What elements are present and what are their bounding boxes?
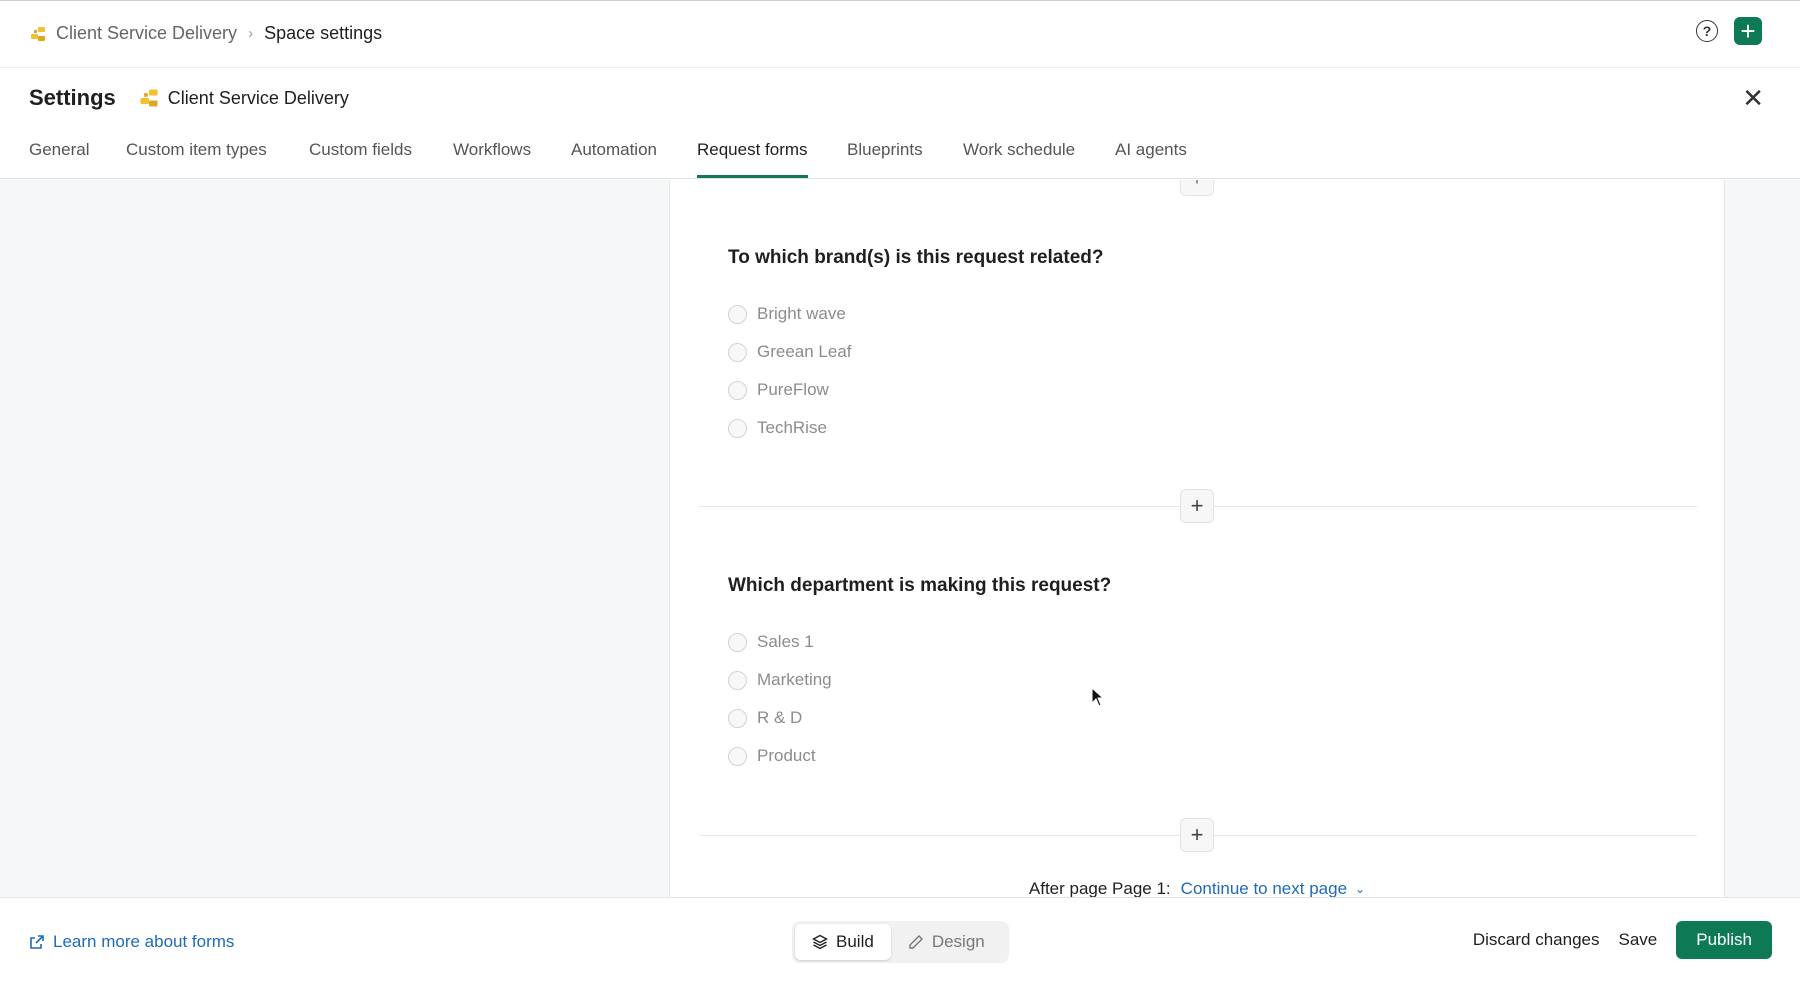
tab-ai-agents[interactable]: AI agents	[1115, 140, 1187, 160]
breadcrumb-space-link[interactable]: Client Service Delivery	[56, 23, 237, 44]
chevron-down-icon[interactable]: ⌄	[1355, 882, 1365, 896]
settings-space-name: Client Service Delivery	[167, 87, 349, 108]
space-icon	[31, 26, 45, 41]
build-design-toggle: Build Design	[792, 921, 1009, 963]
radio-option[interactable]: R & D	[728, 699, 1111, 737]
radio-option[interactable]: TechRise	[728, 409, 1103, 447]
settings-tabs: General Custom item types Custom fields …	[0, 126, 1800, 179]
top-right-actions: ? +	[1696, 17, 1762, 45]
question-title: Which department is making this request?	[728, 575, 1112, 596]
tab-workflows[interactable]: Workflows	[453, 140, 531, 160]
tab-automation[interactable]: Automation	[571, 140, 657, 160]
radio-button[interactable]	[728, 342, 747, 362]
form-question[interactable]: To which brand(s) is this request relate…	[728, 247, 1103, 447]
radio-option[interactable]: Greean Leaf	[728, 333, 1103, 371]
help-circle-icon[interactable]: ?	[1696, 20, 1718, 42]
plus-icon: +	[1190, 493, 1204, 518]
tab-work-schedule[interactable]: Work schedule	[963, 140, 1075, 160]
learn-more-link[interactable]: Learn more about forms	[29, 932, 234, 952]
radio-button[interactable]	[728, 418, 747, 438]
external-link-icon	[30, 935, 44, 949]
chevron-right-icon: ›	[248, 25, 254, 42]
form-card: + To which brand(s) is this request rela…	[669, 180, 1725, 897]
radio-button[interactable]	[728, 708, 747, 728]
tab-custom-item-types[interactable]: Custom item types	[126, 140, 267, 160]
add-field-button[interactable]: +	[1180, 180, 1214, 196]
tab-general[interactable]: General	[29, 140, 89, 160]
tab-request-forms[interactable]: Request forms	[697, 140, 808, 178]
option-label: Product	[757, 746, 816, 765]
after-page-label: After page Page 1:	[1028, 879, 1171, 897]
design-label: Design	[931, 932, 985, 951]
radio-button[interactable]	[728, 304, 747, 324]
space-icon	[140, 89, 158, 107]
tab-custom-fields[interactable]: Custom fields	[309, 140, 412, 160]
top-bar: Client Service Delivery › Space settings…	[0, 1, 1800, 68]
form-question[interactable]: Which department is making this request?…	[728, 575, 1111, 775]
footer-actions: Discard changes Save Publish	[1473, 921, 1772, 959]
breadcrumb: Client Service Delivery › Space settings	[29, 23, 382, 44]
option-label: Bright wave	[757, 304, 846, 323]
app-window: Client Service Delivery › Space settings…	[0, 0, 1800, 982]
radio-option[interactable]: PureFlow	[728, 371, 1103, 409]
radio-button[interactable]	[728, 670, 747, 690]
design-mode-button[interactable]: Design	[891, 924, 1002, 960]
option-label: Sales 1	[757, 632, 814, 651]
footer-bar: Learn more about forms Build Design Disc…	[0, 897, 1800, 982]
save-button[interactable]: Save	[1618, 930, 1657, 950]
radio-button[interactable]	[728, 632, 747, 652]
radio-option[interactable]: Bright wave	[728, 295, 1103, 333]
option-label: TechRise	[757, 418, 827, 437]
question-title: To which brand(s) is this request relate…	[728, 247, 1104, 268]
add-field-button[interactable]: +	[1180, 489, 1214, 523]
plus-icon: +	[1740, 16, 1756, 46]
option-label: Marketing	[757, 670, 832, 689]
layers-icon	[812, 934, 828, 950]
close-icon[interactable]: ✕	[1742, 85, 1764, 111]
breadcrumb-current: Space settings	[264, 23, 383, 43]
build-mode-button[interactable]: Build	[795, 924, 891, 960]
pencil-icon	[909, 935, 923, 949]
radio-option[interactable]: Product	[728, 737, 1111, 775]
publish-button[interactable]: Publish	[1676, 921, 1772, 959]
plus-icon: +	[1192, 180, 1203, 190]
page-title: Settings	[29, 85, 116, 110]
settings-header: Settings Client Service Delivery	[29, 85, 349, 111]
add-button[interactable]: +	[1734, 17, 1762, 45]
add-field-button[interactable]: +	[1180, 818, 1214, 852]
tab-blueprints[interactable]: Blueprints	[847, 140, 923, 160]
radio-option[interactable]: Marketing	[728, 661, 1111, 699]
discard-changes-button[interactable]: Discard changes	[1473, 930, 1600, 950]
learn-more-label: Learn more about forms	[53, 932, 235, 951]
option-label: R & D	[757, 708, 803, 727]
form-canvas: + To which brand(s) is this request rela…	[0, 180, 1800, 897]
settings-space: Client Service Delivery	[138, 87, 349, 109]
build-label: Build	[836, 932, 874, 951]
page-logic: After page Page 1: Continue to next page…	[670, 879, 1724, 897]
radio-option[interactable]: Sales 1	[728, 623, 1111, 661]
after-page-action-dropdown[interactable]: Continue to next page	[1181, 879, 1347, 897]
option-label: PureFlow	[757, 380, 829, 399]
radio-button[interactable]	[728, 746, 747, 766]
option-label: Greean Leaf	[757, 342, 852, 361]
plus-icon: +	[1190, 822, 1204, 847]
mouse-cursor-icon	[1091, 687, 1105, 707]
radio-button[interactable]	[728, 380, 747, 400]
